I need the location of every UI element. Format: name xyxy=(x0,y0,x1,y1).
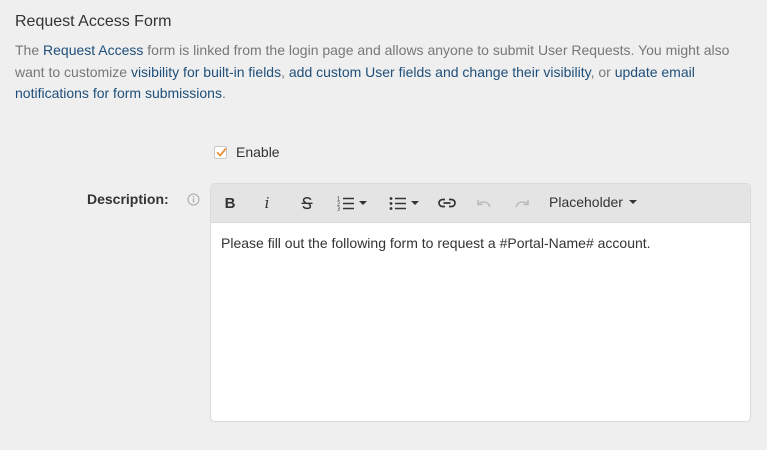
ordered-list-icon: 1 2 3 xyxy=(337,197,354,212)
undo-button[interactable] xyxy=(475,193,493,213)
enable-checkbox[interactable] xyxy=(214,145,227,159)
enable-label[interactable]: Enable xyxy=(236,144,280,160)
svg-text:3: 3 xyxy=(337,207,340,212)
redo-button[interactable] xyxy=(513,193,531,213)
link-icon xyxy=(438,198,456,208)
visibility-builtin-fields-link[interactable]: visibility for built-in fields xyxy=(131,64,281,80)
chevron-down-icon xyxy=(628,200,637,204)
page-title: Request Access Form xyxy=(15,13,172,30)
italic-button[interactable]: i xyxy=(261,193,273,213)
placeholder-label: Placeholder xyxy=(549,194,623,210)
enable-row[interactable]: Enable xyxy=(214,144,280,160)
strikethrough-button[interactable] xyxy=(297,193,317,213)
intro-text: The Request Access form is linked from t… xyxy=(15,42,730,101)
bullet-list-icon xyxy=(389,197,406,210)
request-access-link[interactable]: Request Access xyxy=(43,42,143,58)
placeholder-dropdown[interactable]: Placeholder xyxy=(549,194,637,210)
undo-icon xyxy=(477,200,491,208)
strikethrough-icon xyxy=(301,196,313,210)
description-editor[interactable]: B i 1 2 3 Placeholder Please fill out th… xyxy=(210,183,751,422)
chevron-down-icon xyxy=(359,201,367,205)
chevron-down-icon xyxy=(411,201,419,205)
editor-toolbar: B i 1 2 3 Placeholder xyxy=(211,184,750,223)
ordered-list-button[interactable]: 1 2 3 xyxy=(335,193,369,213)
info-icon[interactable] xyxy=(187,193,200,206)
bullet-list-button[interactable] xyxy=(387,193,421,213)
redo-icon xyxy=(515,200,529,208)
checkmark-icon xyxy=(216,147,227,156)
custom-user-fields-link[interactable]: add custom User fields and change their … xyxy=(289,64,591,80)
description-label: Description: xyxy=(87,191,169,207)
link-button[interactable] xyxy=(437,193,457,213)
editor-content[interactable]: Please fill out the following form to re… xyxy=(211,223,750,263)
bold-button[interactable]: B xyxy=(222,193,238,213)
